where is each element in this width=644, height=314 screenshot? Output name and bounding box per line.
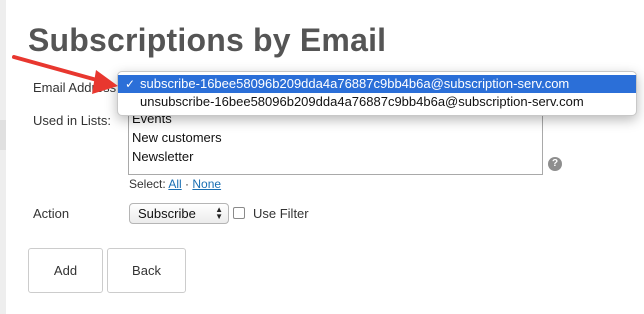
annotation-arrow-head — [92, 70, 118, 94]
annotation-arrow-shaft — [12, 55, 106, 84]
annotation-arrow-icon — [12, 55, 118, 94]
